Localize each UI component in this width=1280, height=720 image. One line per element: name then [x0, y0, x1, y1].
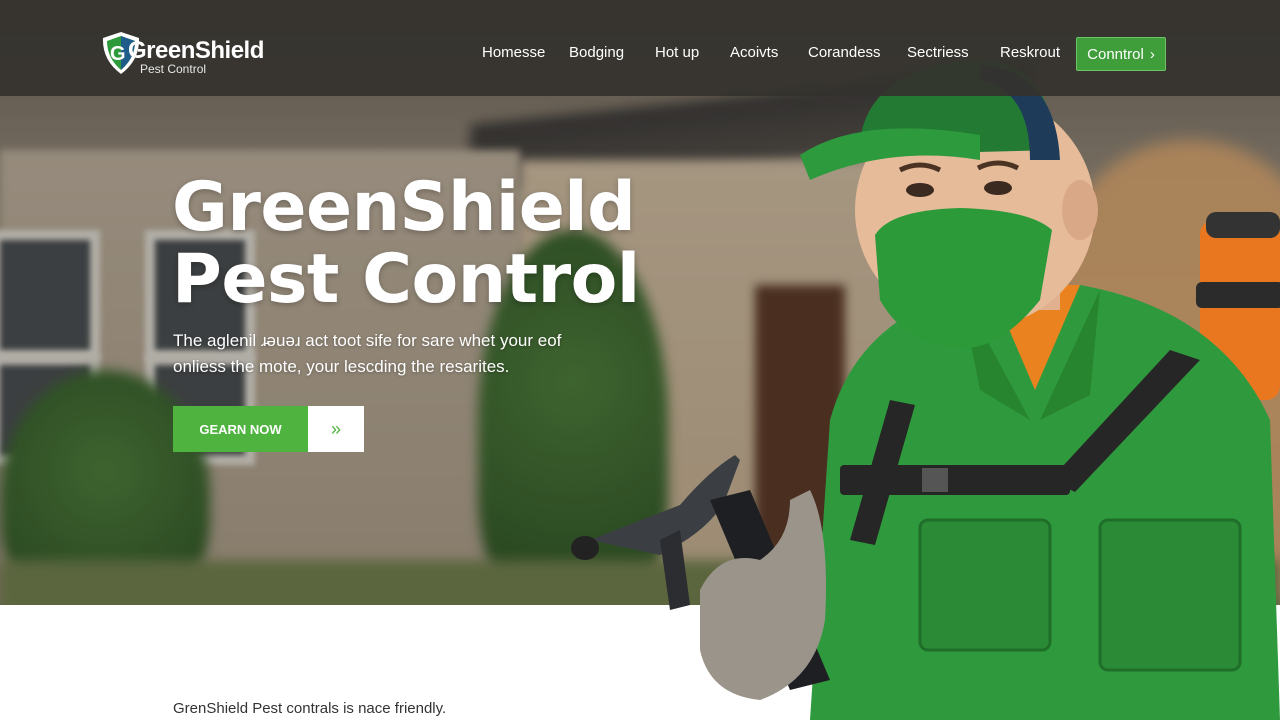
svg-text:G: G — [110, 43, 126, 65]
double-chevron-right-icon: » — [308, 406, 364, 452]
nav-item-sectriess[interactable]: Sectriess — [907, 44, 969, 61]
chevron-right-icon: › — [1149, 45, 1155, 63]
hero-description-line-1: The aglenil ɹ̵ǝuǝɹ act toot sife for sar… — [173, 331, 562, 350]
nav-item-hot-up[interactable]: Hot up — [655, 44, 699, 61]
learn-now-label: GEARN NOW — [173, 406, 308, 452]
brand-logo[interactable]: G GreenShield Pest Control — [100, 30, 264, 78]
brand-subtitle: Pest Control — [140, 62, 207, 76]
pest-technician-illustration — [571, 60, 1280, 720]
top-navbar: G GreenShield Pest Control Homesse Bodgi… — [0, 0, 1280, 96]
nav-item-corandess[interactable]: Corandess — [808, 44, 881, 61]
hero-description: The aglenil ɹ̵ǝuǝɹ act toot sife for sar… — [173, 328, 633, 380]
technician-body — [810, 285, 1280, 720]
nav-item-homesse[interactable]: Homesse — [482, 44, 545, 61]
hero-title-line-1: GreenShield — [172, 168, 636, 247]
nav-item-acoivts[interactable]: Acoivts — [730, 44, 778, 61]
hero-description-line-2: onliess the mote, your lescding the resa… — [173, 357, 510, 376]
control-cta-button[interactable]: Conntrol › — [1076, 37, 1166, 71]
hero-title-line-2: Pest Control — [172, 240, 640, 319]
learn-now-button[interactable]: GEARN NOW » — [173, 406, 364, 452]
hero-title: GreenShield Pest Control — [172, 172, 640, 316]
nav-item-reskrout[interactable]: Reskrout — [1000, 44, 1060, 61]
control-cta-label: Conntrol — [1087, 45, 1144, 63]
nav-item-bodging[interactable]: Bodging — [569, 44, 624, 61]
eco-friendly-tagline: GrenShield Pest contrals is nace friendl… — [173, 700, 447, 717]
brand-name: GreenShield — [128, 37, 264, 64]
